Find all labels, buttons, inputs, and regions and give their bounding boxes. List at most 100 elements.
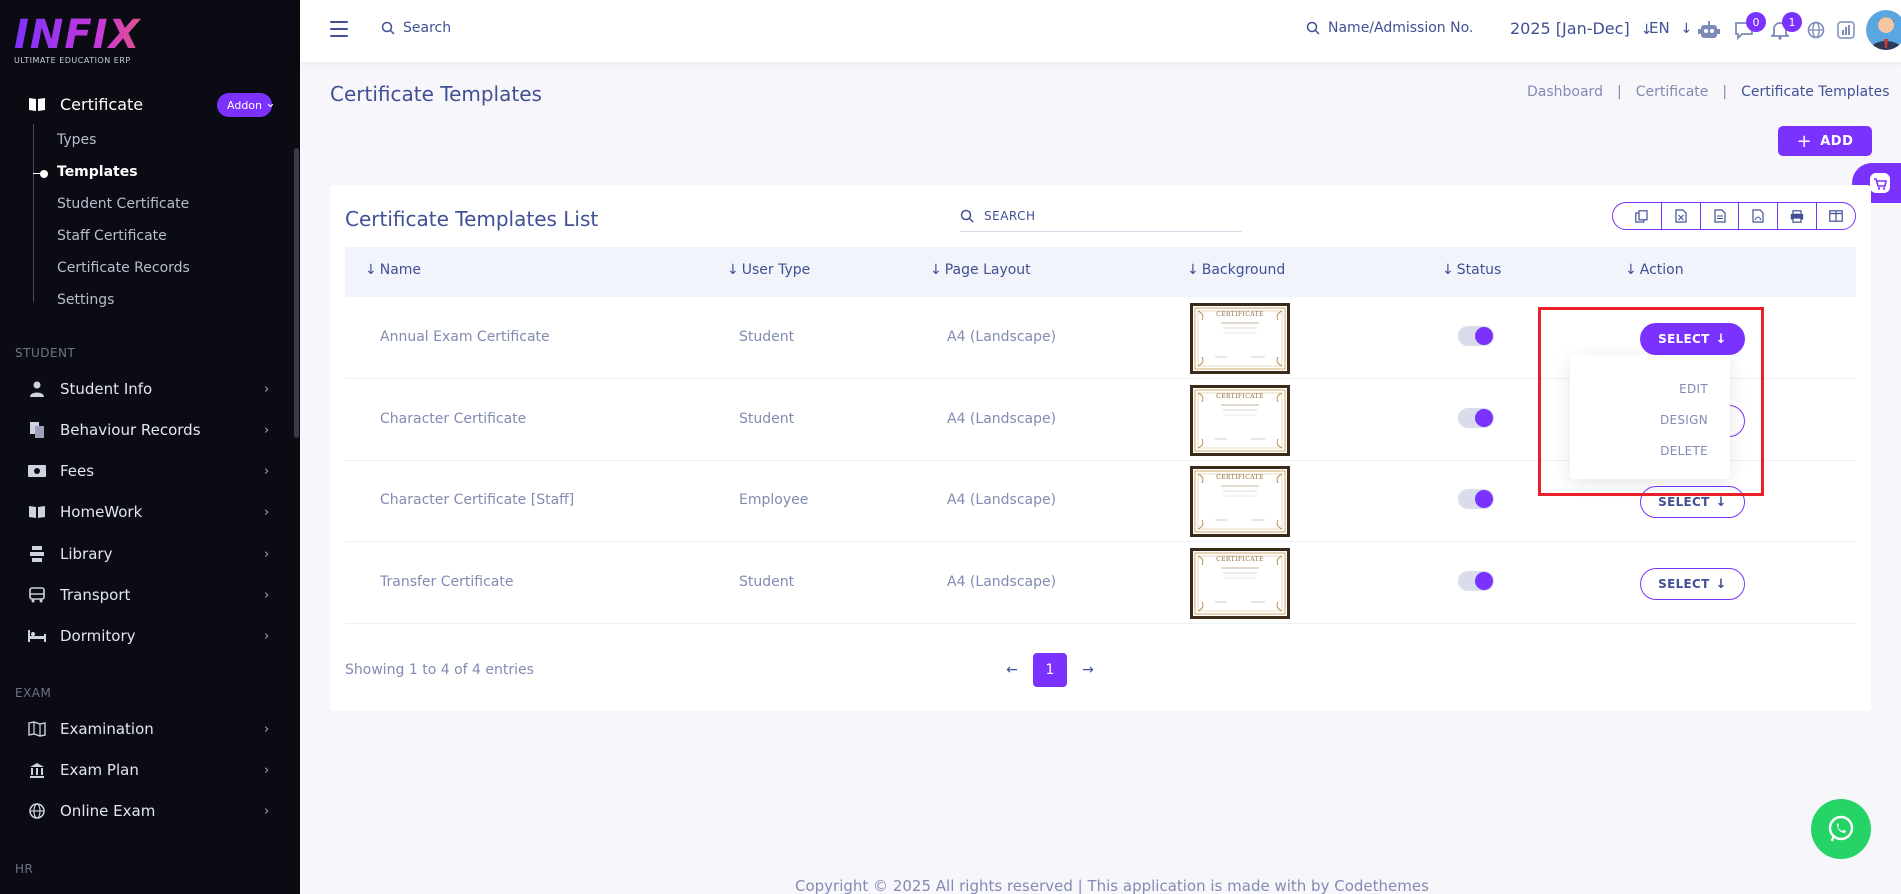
chevron-right-icon: › <box>264 762 270 778</box>
student-search[interactable]: Name/Admission No. <box>1306 20 1473 36</box>
sidebar-item-label: Behaviour Records <box>60 421 201 439</box>
column-header-user-type[interactable]: ↓ User Type <box>727 262 810 278</box>
cart-icon <box>1870 173 1890 193</box>
language-selector[interactable]: EN ↓ <box>1649 19 1692 37</box>
table-search-input[interactable]: SEARCH <box>960 200 1242 232</box>
logo[interactable]: INFIX ULTIMATE EDUCATION ERP <box>14 14 184 66</box>
column-header-status[interactable]: ↓ Status <box>1442 262 1501 278</box>
hamburger-menu-icon[interactable] <box>330 21 348 37</box>
columns-button[interactable] <box>1817 203 1855 229</box>
certificate-thumbnail[interactable]: CERTIFICATE <box>1190 466 1290 537</box>
sidebar-item-label: Exam Plan <box>60 761 139 779</box>
certificate-thumbnail[interactable]: CERTIFICATE <box>1190 385 1290 456</box>
sidebar-item-fees[interactable]: Fees › <box>0 454 294 488</box>
pagination: ← 1 → <box>995 653 1105 687</box>
chevron-right-icon: › <box>264 803 270 819</box>
highlight-box <box>1538 307 1764 496</box>
column-header-action[interactable]: ↓ Action <box>1625 262 1684 278</box>
print-button[interactable] <box>1778 203 1818 229</box>
chat-icon[interactable]: 0 <box>1731 12 1766 43</box>
search-icon <box>1306 21 1320 35</box>
student-search-label: Name/Admission No. <box>1328 20 1474 36</box>
toggle-knob <box>1475 490 1493 508</box>
toggle-knob <box>1475 327 1493 345</box>
cell-page-layout: A4 (Landscape) <box>947 411 1057 427</box>
sidebar-subitem-types[interactable]: Types <box>57 132 96 148</box>
menu-search[interactable]: Search <box>381 20 451 36</box>
pdf-file-icon <box>1752 209 1764 223</box>
sidebar: INFIX ULTIMATE EDUCATION ERP Certificate… <box>0 0 300 894</box>
pdf-button[interactable] <box>1739 203 1779 229</box>
next-page-arrow-icon[interactable]: → <box>1071 653 1105 687</box>
sidebar-item-homework[interactable]: HomeWork › <box>0 495 294 529</box>
whatsapp-button[interactable] <box>1811 799 1871 859</box>
certificate-thumbnail[interactable]: CERTIFICATE <box>1190 303 1290 374</box>
page-number-button[interactable]: 1 <box>1033 653 1067 687</box>
select-label: SELECT <box>1658 577 1710 591</box>
sidebar-subitem-settings[interactable]: Settings <box>57 292 114 308</box>
breadcrumb-certificate[interactable]: Certificate <box>1636 84 1709 100</box>
chart-icon[interactable] <box>1833 17 1859 43</box>
sidebar-subitem-staff-certificate[interactable]: Staff Certificate <box>57 228 167 244</box>
sort-arrow-icon: ↓ <box>1625 262 1637 278</box>
table-row: Transfer Certificate Student A4 (Landsca… <box>345 542 1856 624</box>
status-toggle[interactable] <box>1458 326 1494 346</box>
column-header-label: Page Layout <box>944 262 1031 278</box>
excel-file-icon <box>1675 209 1687 223</box>
map-icon <box>27 719 47 739</box>
sidebar-item-label: Examination <box>60 720 154 738</box>
sidebar-item-transport[interactable]: Transport › <box>0 578 294 612</box>
sidebar-item-exam-plan[interactable]: Exam Plan › <box>0 753 294 787</box>
csv-button[interactable] <box>1701 203 1740 229</box>
chevron-right-icon: › <box>264 546 270 562</box>
search-icon <box>960 209 974 223</box>
status-toggle[interactable] <box>1458 489 1494 509</box>
chevron-down-icon[interactable]: ⌄ <box>265 96 276 111</box>
cell-user-type: Employee <box>739 492 809 508</box>
bell-icon[interactable]: 1 <box>1767 12 1802 43</box>
avatar[interactable] <box>1866 10 1901 50</box>
column-header-name[interactable]: ↓ Name <box>365 262 421 278</box>
column-header-page-layout[interactable]: ↓ Page Layout <box>930 262 1031 278</box>
breadcrumb-dashboard[interactable]: Dashboard <box>1527 84 1603 100</box>
status-toggle[interactable] <box>1458 408 1494 428</box>
column-header-background[interactable]: ↓ Background <box>1187 262 1285 278</box>
sidebar-subitem-certificate-records[interactable]: Certificate Records <box>57 260 190 276</box>
sidebar-item-dormitory[interactable]: Dormitory › <box>0 619 294 653</box>
sidebar-item-label: HomeWork <box>60 503 143 521</box>
globe-icon <box>27 801 47 821</box>
excel-button[interactable] <box>1662 203 1701 229</box>
addon-badge: Addon <box>217 93 272 117</box>
footer-copyright: Copyright © 2025 All rights reserved | T… <box>795 877 1429 894</box>
table-header: ↓ Name ↓ User Type ↓ Page Layout ↓ Backgroun… <box>345 247 1856 297</box>
table-search-placeholder: SEARCH <box>984 208 1036 223</box>
certificate-thumbnail[interactable]: CERTIFICATE <box>1190 548 1290 619</box>
add-button[interactable]: + ADD <box>1778 126 1872 156</box>
cell-name: Character Certificate [Staff] <box>380 492 575 508</box>
session-selector[interactable]: 2025 [Jan-Dec] ↓ <box>1510 19 1653 38</box>
sidebar-item-online-exam[interactable]: Online Exam › <box>0 794 294 828</box>
status-toggle[interactable] <box>1458 571 1494 591</box>
sidebar-scrollbar[interactable] <box>294 148 299 438</box>
sidebar-subitem-templates[interactable]: Templates <box>57 164 138 180</box>
sidebar-item-label: Dormitory <box>60 627 136 645</box>
menu-search-label: Search <box>403 20 452 36</box>
select-action-button[interactable]: SELECT ↓ <box>1640 568 1745 600</box>
column-header-label: Action <box>1639 262 1684 278</box>
copy-icon <box>1635 209 1649 223</box>
sidebar-item-student-info[interactable]: Student Info › <box>0 372 294 406</box>
robot-icon[interactable] <box>1696 17 1722 43</box>
prev-page-arrow-icon[interactable]: ← <box>995 653 1029 687</box>
certificate-thumb-title: CERTIFICATE <box>1216 311 1264 318</box>
sidebar-item-library[interactable]: Library › <box>0 537 294 571</box>
logo-word: INFIX <box>14 14 184 56</box>
sidebar-subitem-student-certificate[interactable]: Student Certificate <box>57 196 189 212</box>
chevron-right-icon: › <box>264 463 270 479</box>
book-open-icon <box>27 94 47 114</box>
sidebar-item-behaviour-records[interactable]: Behaviour Records › <box>0 413 294 447</box>
globe-icon[interactable] <box>1803 17 1829 43</box>
sidebar-item-examination[interactable]: Examination › <box>0 712 294 746</box>
copy-button[interactable] <box>1613 203 1662 229</box>
toggle-knob <box>1475 572 1493 590</box>
breadcrumb-current: Certificate Templates <box>1741 84 1890 100</box>
